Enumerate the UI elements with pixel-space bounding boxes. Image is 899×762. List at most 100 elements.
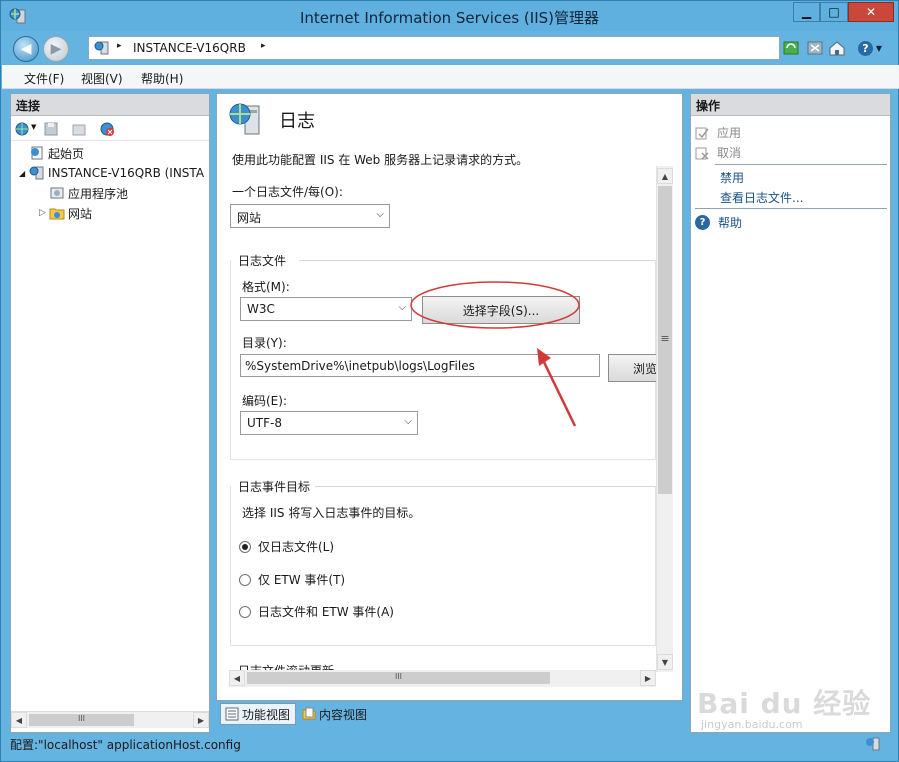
home-icon[interactable] <box>827 38 847 58</box>
scroll-left-icon[interactable]: ◀ <box>229 670 245 686</box>
breadcrumb-separator-icon: ▸ <box>117 41 122 51</box>
status-bar: 配置:"localhost" applicationHost.config <box>10 734 891 754</box>
forward-arrow-icon: ▶ <box>50 41 62 57</box>
one-log-file-select[interactable]: 网站 ⌵ <box>230 204 390 228</box>
tree-item-app-pools[interactable]: 应用程序池 <box>19 183 209 203</box>
feature-title: 日志 <box>279 111 315 132</box>
feature-description: 使用此功能配置 IIS 在 Web 服务器上记录请求的方式。 <box>232 153 529 167</box>
menu-help[interactable]: 帮助(H) <box>141 70 183 87</box>
radio-log-file-only[interactable]: 仅日志文件(L) <box>239 538 334 555</box>
action-apply[interactable]: 应用 <box>695 124 741 141</box>
tab-label: 功能视图 <box>242 707 291 722</box>
feature-panel: 日志 使用此功能配置 IIS 在 Web 服务器上记录请求的方式。 一个日志文件… <box>216 93 683 701</box>
watermark-url: jingyan.baidu.com <box>701 718 803 731</box>
radio-both[interactable]: 日志文件和 ETW 事件(A) <box>239 603 394 620</box>
scroll-right-icon[interactable]: ▶ <box>193 712 209 728</box>
one-log-file-value: 网站 <box>237 211 262 225</box>
help-circle-icon: ? <box>857 40 873 56</box>
action-disable[interactable]: 禁用 <box>720 169 744 186</box>
action-label: 取消 <box>717 146 742 160</box>
breadcrumb-server[interactable]: INSTANCE-V16QRB <box>133 41 246 55</box>
scroll-right-icon[interactable]: ▶ <box>640 670 656 686</box>
logging-feature-icon <box>229 103 260 135</box>
radio-label: 仅 ETW 事件(T) <box>258 573 346 587</box>
tab-features-view[interactable]: 功能视图 <box>220 703 296 725</box>
back-button[interactable]: ◀ <box>13 36 39 62</box>
annotation-arrow <box>537 348 577 427</box>
window-title: Internet Information Services (IIS)管理器 <box>299 9 600 27</box>
tab-label: 内容视图 <box>319 707 368 722</box>
sites-folder-icon <box>49 208 65 220</box>
encoding-value: UTF-8 <box>247 416 282 430</box>
encoding-select[interactable]: UTF-8 ⌵ <box>240 411 418 435</box>
tree-item-label: 起始页 <box>48 146 85 161</box>
tree-expander-icon[interactable]: ◢ <box>19 169 29 178</box>
scroll-down-icon[interactable]: ▼ <box>657 654 673 670</box>
server-icon <box>29 166 44 180</box>
radio-button[interactable] <box>239 573 251 586</box>
feature-vertical-scrollbar[interactable]: ▲ ≡ ▼ <box>656 166 673 672</box>
event-description: 选择 IIS 将写入日志事件的目标。 <box>242 506 421 520</box>
help-circle-icon: ? <box>695 215 710 230</box>
actions-panel: 操作 应用 取消 禁用 查看日志文件... ? 帮助 Bai du 经验 jin… <box>690 93 891 733</box>
content-view-icon <box>302 707 316 720</box>
action-label: 帮助 <box>718 216 743 230</box>
minimize-button[interactable]: ▁ <box>793 2 820 22</box>
format-label: 格式(M): <box>242 280 290 294</box>
stop-icon[interactable] <box>805 38 825 58</box>
status-text: 配置:"localhost" applicationHost.config <box>10 738 241 752</box>
address-bar[interactable]: ▸ INSTANCE-V16QRB ▸ <box>88 36 780 60</box>
tree-expander-icon[interactable]: ▷ <box>39 208 49 218</box>
format-value: W3C <box>247 302 275 316</box>
tree-item-label: 应用程序池 <box>68 186 129 201</box>
iis-manager-window: Internet Information Services (IIS)管理器 ▁… <box>0 0 899 762</box>
menu-bar: 文件(F) 视图(V) 帮助(H) <box>2 65 899 89</box>
server-icon <box>94 41 109 55</box>
action-view-log-files[interactable]: 查看日志文件... <box>720 189 803 206</box>
maximize-button[interactable]: □ <box>820 2 848 22</box>
format-select[interactable]: W3C ⌵ <box>240 297 412 321</box>
scroll-thumb[interactable]: III <box>29 714 134 726</box>
scroll-thumb[interactable]: ≡ <box>658 186 672 494</box>
tree-item-label: INSTANCE-V16QRB (INSTA <box>48 166 205 180</box>
action-label: 禁用 <box>720 171 745 185</box>
up-folder-icon[interactable] <box>71 121 87 137</box>
scroll-left-icon[interactable]: ◀ <box>11 712 27 728</box>
dropdown-caret-icon: ▼ <box>875 43 883 53</box>
tab-content-view[interactable]: 内容视图 <box>300 703 380 725</box>
menu-view[interactable]: 视图(V) <box>81 70 123 87</box>
one-log-file-label: 一个日志文件/每(O): <box>232 185 343 199</box>
actions-header: 操作 <box>691 94 890 116</box>
feature-horizontal-scrollbar[interactable]: ◀ III ▶ <box>229 670 656 687</box>
app-pool-icon <box>50 187 64 199</box>
save-icon[interactable] <box>43 121 59 137</box>
refresh-icon[interactable] <box>781 38 801 58</box>
scroll-thumb[interactable]: III <box>247 672 550 684</box>
disconnect-icon[interactable] <box>99 121 115 137</box>
radio-label: 仅日志文件(L) <box>258 540 335 554</box>
encoding-label: 编码(E): <box>242 394 287 408</box>
action-cancel[interactable]: 取消 <box>695 144 741 161</box>
action-label: 应用 <box>717 126 742 140</box>
directory-label: 目录(Y): <box>242 336 287 350</box>
chevron-down-icon: ⌵ <box>376 209 384 220</box>
tree-item-start-page[interactable]: 起始页 <box>19 143 209 163</box>
connections-panel: 连接 ▼ 起始页 ◢ INSTANCE-V16QRB (INSTA 应用程序池 … <box>10 93 210 733</box>
scroll-up-icon[interactable]: ▲ <box>657 168 673 184</box>
connections-horizontal-scrollbar[interactable]: ◀ III ▶ <box>11 711 209 728</box>
radio-button[interactable] <box>239 540 251 553</box>
tree-item-sites[interactable]: ▷ 网站 <box>19 203 209 223</box>
breadcrumb-dropdown-icon[interactable]: ▸ <box>261 41 266 51</box>
annotation-ellipse <box>410 281 580 329</box>
close-button[interactable]: ✕ <box>848 2 894 22</box>
radio-etw-only[interactable]: 仅 ETW 事件(T) <box>239 571 345 588</box>
tree-item-server[interactable]: ◢ INSTANCE-V16QRB (INSTA <box>19 163 209 183</box>
help-menu-button[interactable]: ? ▼ <box>855 38 885 58</box>
radio-button[interactable] <box>239 605 251 618</box>
connect-globe-icon[interactable] <box>14 121 30 137</box>
connect-dropdown-icon[interactable]: ▼ <box>31 123 36 131</box>
menu-file[interactable]: 文件(F) <box>24 70 64 87</box>
forward-button[interactable]: ▶ <box>43 36 69 62</box>
action-help[interactable]: ? 帮助 <box>695 214 742 231</box>
chevron-down-icon: ⌵ <box>398 302 406 313</box>
